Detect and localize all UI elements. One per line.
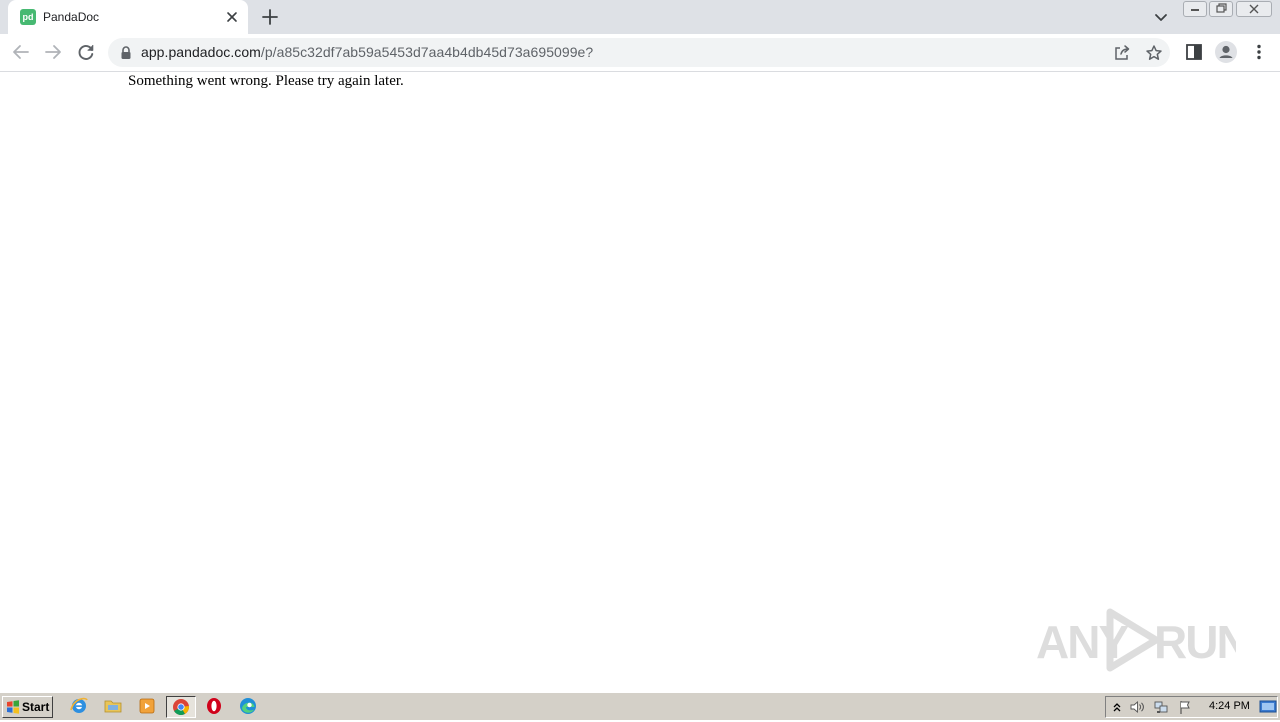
windows-taskbar: Start 4:24 PM — [0, 692, 1280, 720]
pandadoc-favicon-icon: pd — [20, 9, 36, 25]
tab-strip: pd PandaDoc — [0, 0, 1280, 34]
media-player-icon[interactable] — [136, 696, 160, 718]
kebab-menu-icon[interactable] — [1246, 39, 1272, 65]
url-text[interactable]: app.pandadoc.com/p/a85c32df7ab59a5453d7a… — [141, 44, 593, 60]
close-window-button[interactable] — [1236, 1, 1272, 17]
chrome-icon[interactable] — [166, 696, 196, 718]
svg-text:RUN: RUN — [1154, 616, 1236, 668]
windows-logo-icon — [6, 700, 20, 714]
anyrun-watermark-logo: ANY RUN — [1036, 608, 1250, 672]
lock-icon[interactable] — [120, 46, 132, 60]
share-icon[interactable] — [1112, 43, 1132, 63]
tab-pandadoc[interactable]: pd PandaDoc — [8, 0, 248, 34]
forward-button[interactable] — [40, 39, 66, 65]
start-button[interactable]: Start — [2, 696, 53, 718]
action-center-flag-icon[interactable] — [1177, 699, 1193, 715]
start-label: Start — [22, 700, 50, 714]
close-tab-icon[interactable] — [222, 7, 242, 27]
url-path: /p/a85c32df7ab59a5453d7aa4b4db45d73a6950… — [260, 44, 594, 60]
restore-button[interactable] — [1209, 1, 1233, 17]
system-tray: 4:24 PM — [1105, 696, 1278, 718]
profile-avatar-icon[interactable] — [1213, 39, 1239, 65]
reload-button[interactable] — [73, 39, 99, 65]
minimize-button[interactable] — [1183, 1, 1207, 17]
show-desktop-icon[interactable] — [1259, 699, 1277, 715]
address-bar[interactable]: app.pandadoc.com/p/a85c32df7ab59a5453d7a… — [108, 38, 1170, 67]
show-hidden-icons-chevron-up-icon[interactable] — [1109, 699, 1125, 715]
error-message: Something went wrong. Please try again l… — [128, 73, 404, 89]
side-panel-icon[interactable] — [1181, 39, 1207, 65]
folder-icon[interactable] — [102, 696, 126, 718]
opera-icon[interactable] — [203, 696, 227, 718]
edge-icon[interactable] — [237, 696, 261, 718]
new-tab-button[interactable] — [258, 5, 282, 29]
url-host: app.pandadoc.com — [141, 44, 261, 60]
browser-toolbar: app.pandadoc.com/p/a85c32df7ab59a5453d7a… — [0, 34, 1280, 72]
bookmark-star-icon[interactable] — [1144, 43, 1164, 63]
internet-explorer-icon[interactable] — [68, 696, 92, 718]
tab-title: PandaDoc — [43, 10, 100, 24]
volume-icon[interactable] — [1129, 699, 1145, 715]
network-icon[interactable] — [1153, 699, 1169, 715]
back-button[interactable] — [8, 39, 34, 65]
svg-text:ANY: ANY — [1036, 616, 1128, 668]
clock[interactable]: 4:24 PM — [1209, 700, 1250, 712]
page-content: Something went wrong. Please try again l… — [0, 72, 1280, 692]
tab-search-chevron-down-icon[interactable] — [1150, 6, 1172, 28]
